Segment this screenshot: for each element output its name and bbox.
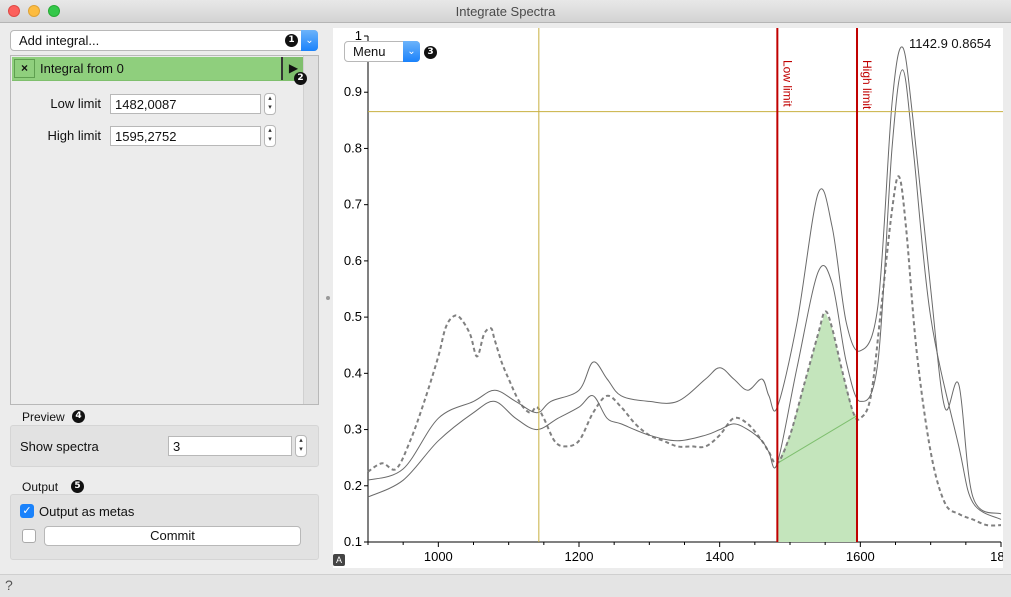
chevron-down-icon[interactable]: ⌄ (403, 41, 420, 62)
preview-group: Show spectra 3 ▴ ▾ (10, 425, 319, 467)
auto-commit-checkbox[interactable] (22, 529, 36, 543)
status-bar: ? (0, 574, 1011, 597)
integral-list: × Integral from 0 ▶ Low limit 1482,0087 … (10, 55, 319, 405)
show-spectra-input[interactable]: 3 (168, 436, 292, 456)
callout-badge-5: 5 (71, 480, 84, 493)
output-section-title: Output (22, 480, 59, 494)
y-tick-label: 0.6 (344, 253, 362, 268)
callout-badge-3: 3 (424, 46, 437, 59)
low-limit-line-label: Low limit (780, 60, 794, 107)
spectrum-line-1 (367, 175, 1002, 527)
high-limit-stepper[interactable]: ▴ ▾ (264, 125, 276, 147)
callout-badge-1: 1 (285, 34, 298, 47)
y-tick-label: 0.2 (344, 478, 362, 493)
show-spectra-stepper[interactable]: ▴ ▾ (295, 435, 307, 457)
integral-fill-area (777, 312, 858, 542)
integral-name: Integral from 0 (40, 61, 124, 76)
x-tick-label: 1200 (565, 549, 594, 564)
cursor-readout: 1142.9 0.8654 (909, 36, 992, 51)
plot-menu-dropdown[interactable]: Menu ⌄ (344, 41, 420, 62)
high-limit-input[interactable]: 1595,2752 (110, 126, 261, 146)
spectra-chart[interactable]: 0.10.20.30.40.50.60.70.80.911000 1200 1400… (333, 28, 1011, 568)
integral-item[interactable]: × Integral from 0 ▶ (12, 57, 304, 81)
y-tick-label: 0.7 (344, 197, 362, 212)
plot-menu-label: Menu (353, 44, 386, 59)
y-tick-label: 0.4 (344, 365, 362, 380)
add-integral-label: Add integral... (19, 33, 100, 48)
output-group: ✓ Output as metas Commit (10, 494, 319, 560)
low-limit-label: Low limit (50, 96, 101, 111)
low-limit-stepper[interactable]: ▴ ▾ (264, 93, 276, 115)
title-bar: Integrate Spectra (0, 0, 1011, 23)
chevron-down-icon[interactable]: ⌄ (301, 30, 318, 51)
y-tick-label: 0.3 (344, 422, 362, 437)
help-icon[interactable]: ? (5, 577, 13, 593)
spectrum-line-3 (367, 46, 1002, 515)
remove-integral-button[interactable]: × (14, 59, 35, 78)
commit-button[interactable]: Commit (44, 526, 301, 546)
x-tick-label: 1000 (424, 549, 453, 564)
callout-badge-4: 4 (72, 410, 85, 423)
y-tick-label: 0.5 (344, 309, 362, 324)
spectrum-line-2 (367, 69, 1002, 520)
plot-area[interactable]: 0.1 0.2 0.3 0.4 0.5 0.6 0.7 0.8 0.9 1 1000 1200 1400… (333, 28, 1011, 568)
x-tick-label: 1400 (705, 549, 734, 564)
output-as-metas-checkbox[interactable]: ✓ (20, 504, 34, 518)
list-scrollbar[interactable] (303, 56, 318, 404)
auto-range-button[interactable]: A (333, 554, 345, 566)
low-limit-input[interactable]: 1482,0087 (110, 94, 261, 114)
preview-section-title: Preview (22, 410, 65, 424)
add-integral-dropdown[interactable]: Add integral... ⌄ (10, 30, 318, 51)
window-title: Integrate Spectra (455, 4, 556, 19)
x-tick-label: 180 (990, 549, 1003, 564)
x-tick-label: 1600 (846, 549, 875, 564)
high-limit-line-label: High limit (860, 60, 874, 110)
output-as-metas-label: Output as metas (39, 504, 135, 519)
y-tick-label: 0.8 (344, 140, 362, 155)
callout-badge-2: 2 (294, 72, 307, 85)
high-limit-label: High limit (47, 128, 101, 143)
splitter-handle[interactable] (326, 296, 330, 300)
y-tick-label: 0.9 (344, 84, 362, 99)
y-tick-label: 0.1 (344, 534, 362, 549)
show-spectra-label: Show spectra (20, 439, 99, 454)
